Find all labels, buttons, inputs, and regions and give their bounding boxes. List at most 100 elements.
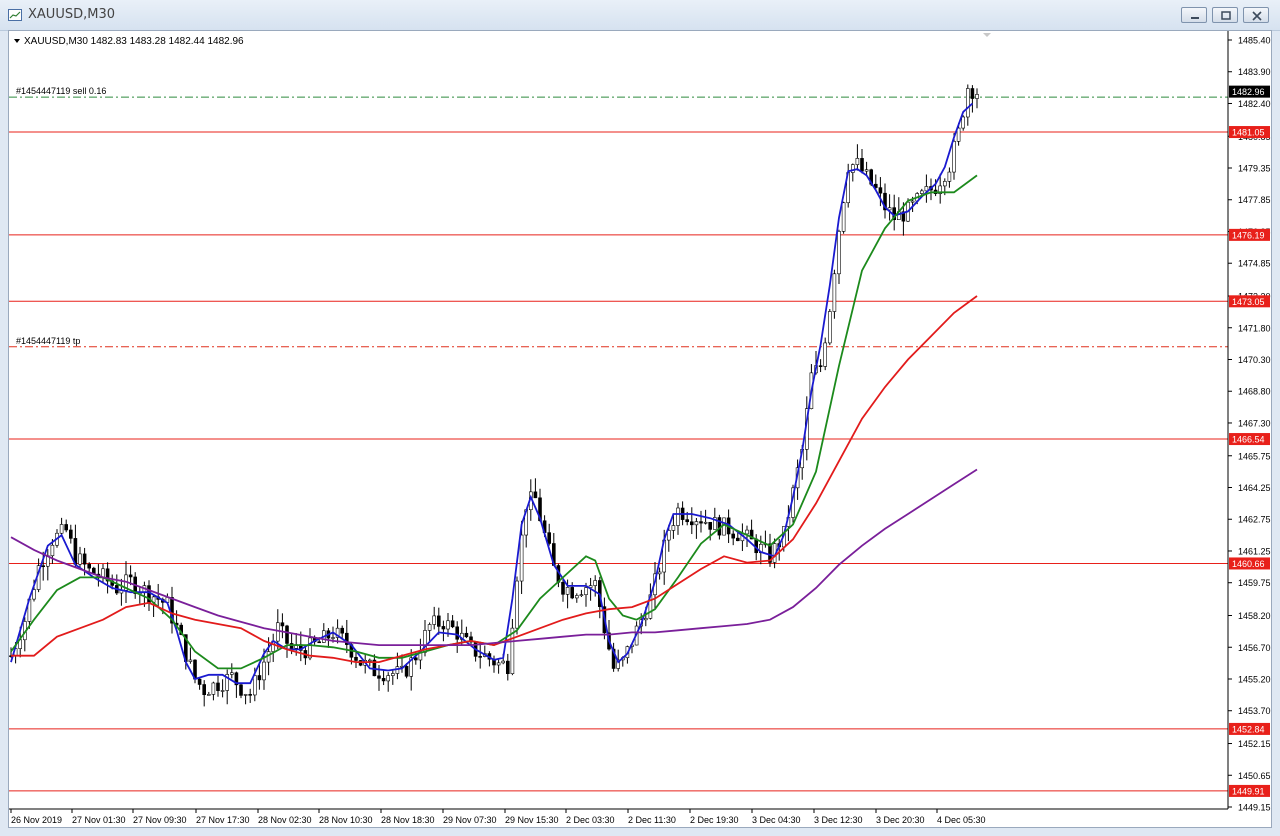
candle-body [823,342,828,367]
price-tick-label: 1483.90 [1238,67,1271,77]
candle-body [285,625,289,644]
price-tick-label: 1464.25 [1238,483,1271,493]
candle-body [676,507,680,526]
candle-body [837,231,841,275]
candle-body [818,365,823,367]
price-tick-label: 1462.75 [1238,515,1271,525]
time-tick-label: 27 Nov 17:30 [196,815,250,825]
candle-body [211,682,216,695]
moving-average-line [11,295,978,663]
take-profit-label: #1454447119 tp [16,336,80,346]
candle-body [708,521,713,530]
time-tick-label: 28 Nov 02:30 [258,815,312,825]
price-tick-label: 1453.70 [1238,706,1271,716]
candle-body [78,553,82,565]
restore-icon [1221,11,1231,20]
candle-body [446,620,450,630]
current-price-label: 1482.96 [1232,87,1265,97]
candle-body [593,580,598,586]
candle-body [561,581,565,595]
candle-body [501,660,506,664]
candle-body [970,88,975,99]
chart-shift-marker-icon[interactable] [983,33,991,37]
candle-body [919,190,924,194]
candle-body [574,595,579,599]
close-icon [1252,11,1262,21]
candle-body [841,202,846,232]
candle-body [386,675,391,682]
minimize-button[interactable] [1181,7,1207,23]
time-tick-label: 26 Nov 2019 [11,815,62,825]
candle-body [239,684,243,696]
time-tick-label: 2 Dec 19:30 [690,815,739,825]
price-chart[interactable]: #1454447119 sell 0.16 #1454447119 tp 1485… [9,31,1271,827]
moving-average-line [10,102,974,685]
price-tick-label: 1461.25 [1238,546,1271,556]
candle-body [975,94,979,99]
chart-window-icon [8,8,22,21]
candle-body [570,587,575,599]
candle-body [87,563,91,569]
candle-body [455,626,460,640]
candle-body [197,678,202,685]
candle-body [41,565,46,567]
candle-body [257,675,262,681]
candle-body [942,181,947,187]
price-tick-label: 1477.85 [1238,195,1271,205]
candle-body [643,618,648,621]
candle-body [243,694,248,696]
price-tick-label: 1471.80 [1238,323,1271,333]
candle-body [432,615,437,625]
candle-body [952,141,956,173]
price-tick-label: 1474.85 [1238,259,1271,269]
candle-body [253,675,257,696]
chart-area[interactable]: #1454447119 sell 0.16 #1454447119 tp 1485… [8,30,1272,828]
level-price-label: 1466.54 [1232,435,1265,445]
candle-body [584,587,588,595]
price-tick-label: 1465.75 [1238,451,1271,461]
price-tick-label: 1479.35 [1238,164,1271,174]
price-tick-label: 1452.15 [1238,739,1271,749]
price-tick-label: 1482.40 [1238,99,1271,109]
candle-body [128,574,133,578]
moving-average-line [10,468,978,646]
close-button[interactable] [1243,7,1269,23]
minimize-icon [1191,17,1199,19]
candle-body [202,684,206,696]
sell-order-label: #1454447119 sell 0.16 [16,86,106,96]
candle-body [671,525,676,531]
price-tick-label: 1470.30 [1238,355,1271,365]
level-price-label: 1481.05 [1232,128,1265,138]
chart-symbol-ohlc: XAUUSD,M30 1482.83 1483.28 1482.44 1482.… [24,36,244,47]
level-price-label: 1452.84 [1232,724,1265,734]
time-tick-label: 2 Dec 11:30 [628,815,676,825]
candle-body [533,491,538,499]
candle-body [515,580,519,629]
candle-body [910,200,915,203]
candle-body [413,657,418,661]
time-tick-label: 4 Dec 05:30 [937,815,986,825]
triangle-down-icon[interactable] [14,39,20,43]
candle-body [703,521,708,524]
level-price-label: 1476.19 [1232,230,1265,240]
time-tick-label: 3 Dec 04:30 [752,815,801,825]
candle-body [745,529,749,535]
restore-button[interactable] [1212,7,1238,23]
time-tick-label: 3 Dec 12:30 [814,815,863,825]
price-tick-label: 1449.15 [1238,803,1271,813]
candle-body [505,660,510,674]
candle-body [317,641,322,644]
candle-body [850,164,855,173]
chart-window: XAUUSD,M30 #1454447119 sell 0.16 #1454447… [0,0,1280,836]
candle-body [59,524,64,534]
candle-body [731,533,736,539]
time-tick-label: 29 Nov 07:30 [443,815,497,825]
candle-body [860,158,864,172]
candle-body [478,656,483,658]
candle-body [547,532,552,544]
candle-body [262,661,266,681]
candle-body [827,311,832,344]
candle-body [832,273,837,312]
title-bar[interactable]: XAUUSD,M30 [0,0,1280,31]
candle-body [961,116,966,129]
